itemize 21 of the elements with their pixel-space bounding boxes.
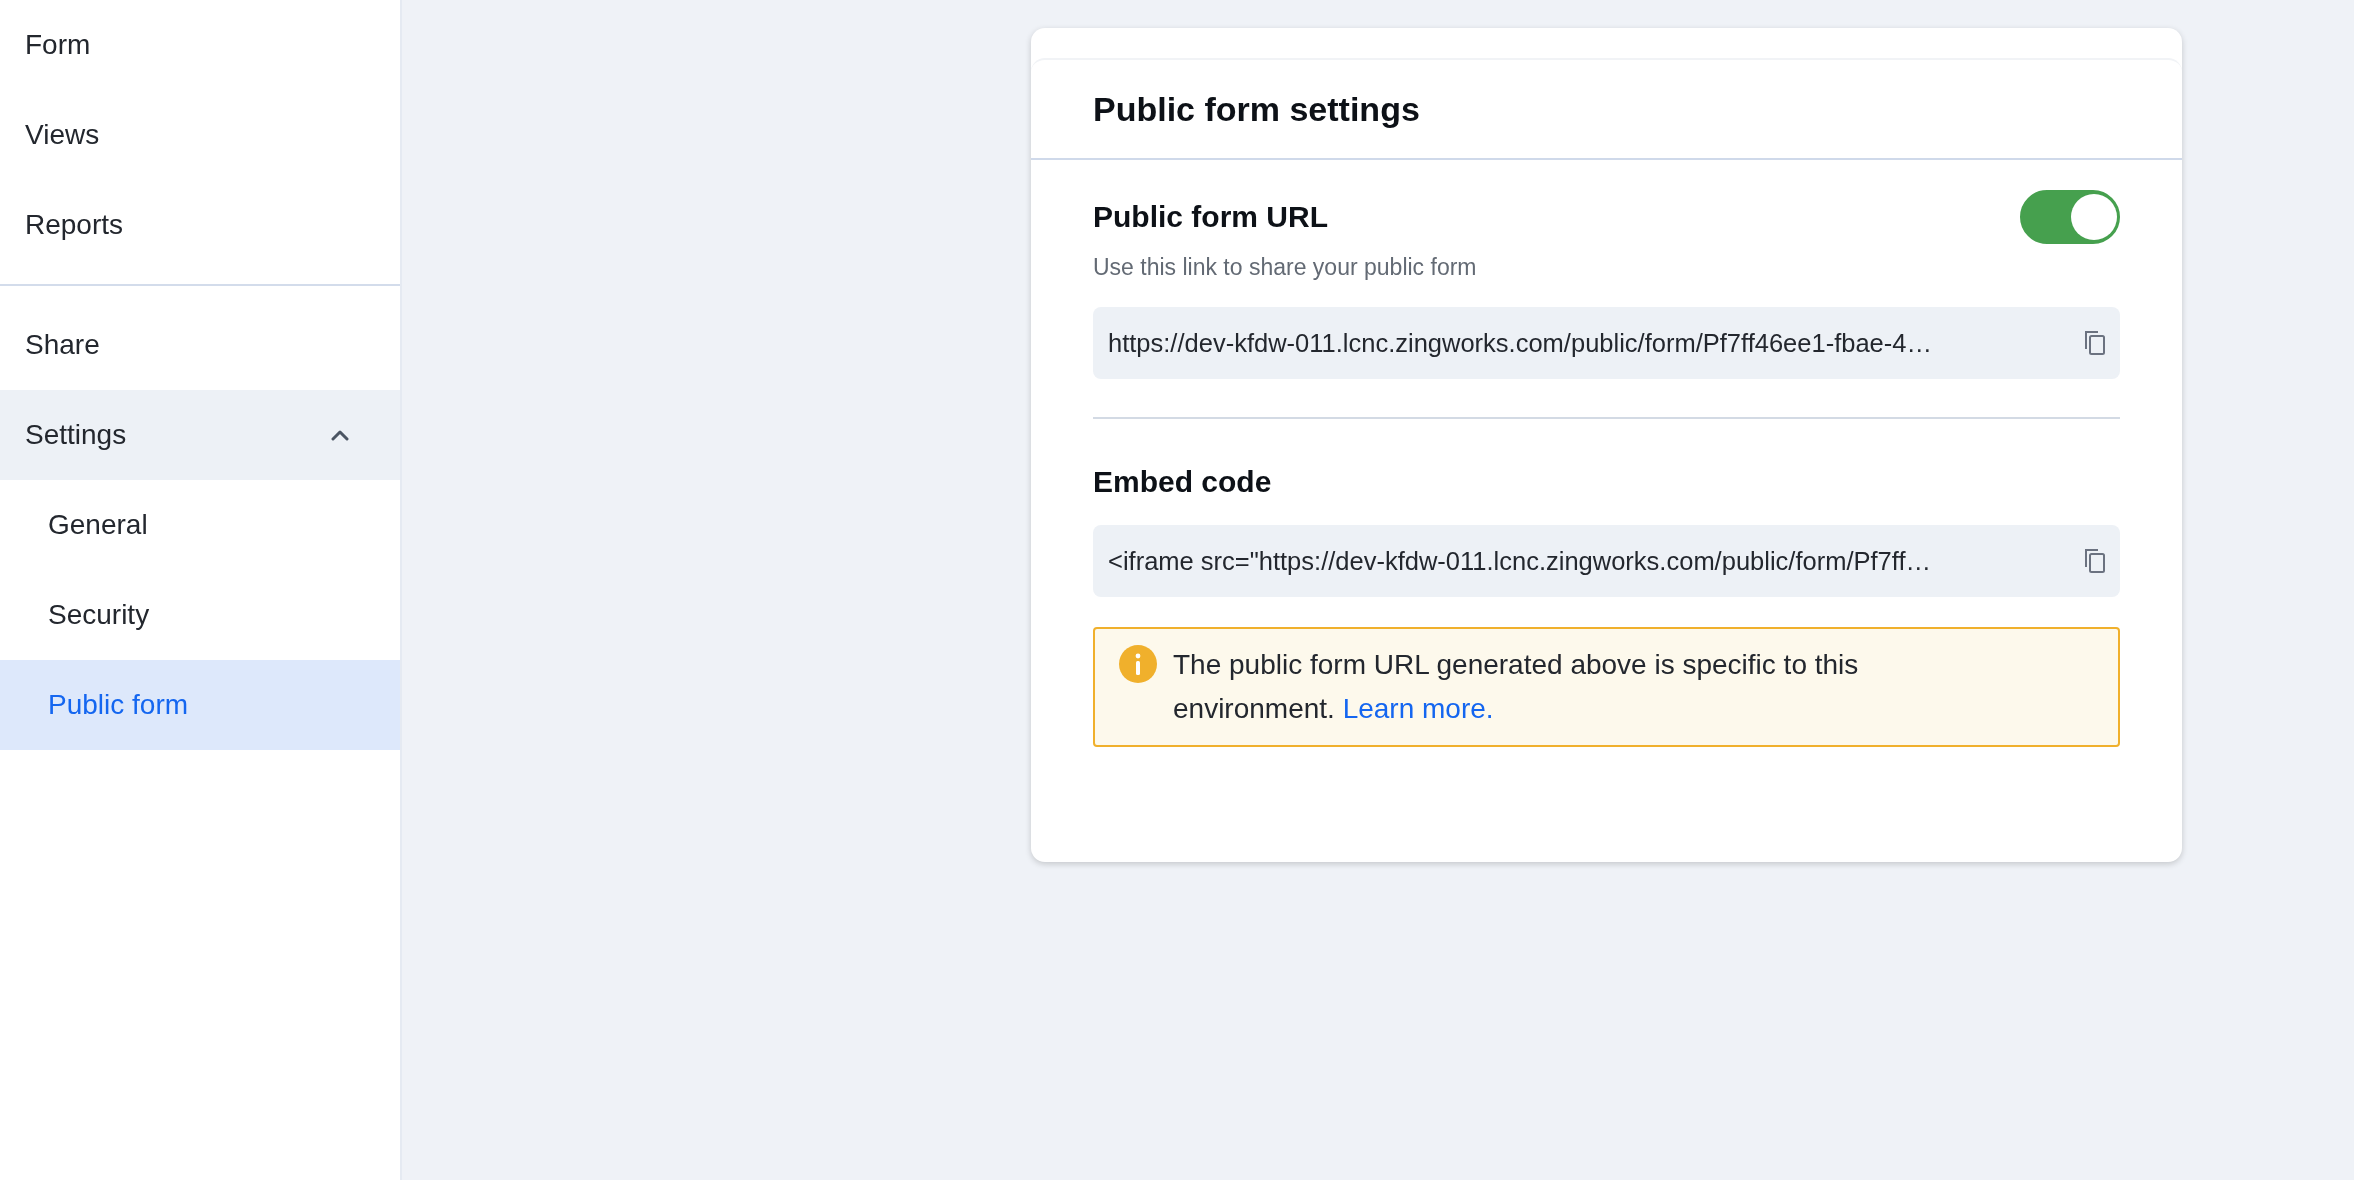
sidebar-item[interactable]: Public form (0, 660, 400, 750)
embed-code-field[interactable]: <iframe src="https://dev-kfdw-011.lcnc.zingworks.com/public/form/Pf7ff… (1093, 525, 2120, 597)
card-title: Public form settings (1093, 89, 1420, 129)
copy-icon[interactable] (2084, 548, 2106, 574)
learn-more-link[interactable]: Learn more. (1342, 693, 1494, 724)
toggle-switch[interactable] (2020, 190, 2120, 244)
sidebar-item[interactable]: General (0, 480, 400, 570)
sidebar-item[interactable]: Share (0, 300, 400, 390)
section-heading: Public form URL (1093, 200, 1328, 234)
chevron-icon (330, 429, 350, 441)
sidebar-item[interactable]: Reports (0, 180, 400, 270)
sidebar-item[interactable]: Form (0, 0, 400, 90)
description-text: Use this link to share your public form (1093, 254, 1478, 281)
sidebar-item[interactable]: Settings (0, 390, 400, 480)
notice-text: The public form URL generated above is specific to this environment. Learn more. (1173, 648, 1860, 726)
url-field[interactable]: https://dev-kfdw-011.lcnc.zingworks.com/public/form/Pf7ff46ee1-fbae-4… (1093, 307, 2120, 379)
section-heading: Embed code (1093, 465, 1273, 499)
copy-icon[interactable] (2084, 330, 2106, 356)
sidebar-item[interactable]: Views (0, 90, 400, 180)
sidebar-item[interactable]: Security (0, 570, 400, 660)
info-icon (1119, 645, 1157, 683)
